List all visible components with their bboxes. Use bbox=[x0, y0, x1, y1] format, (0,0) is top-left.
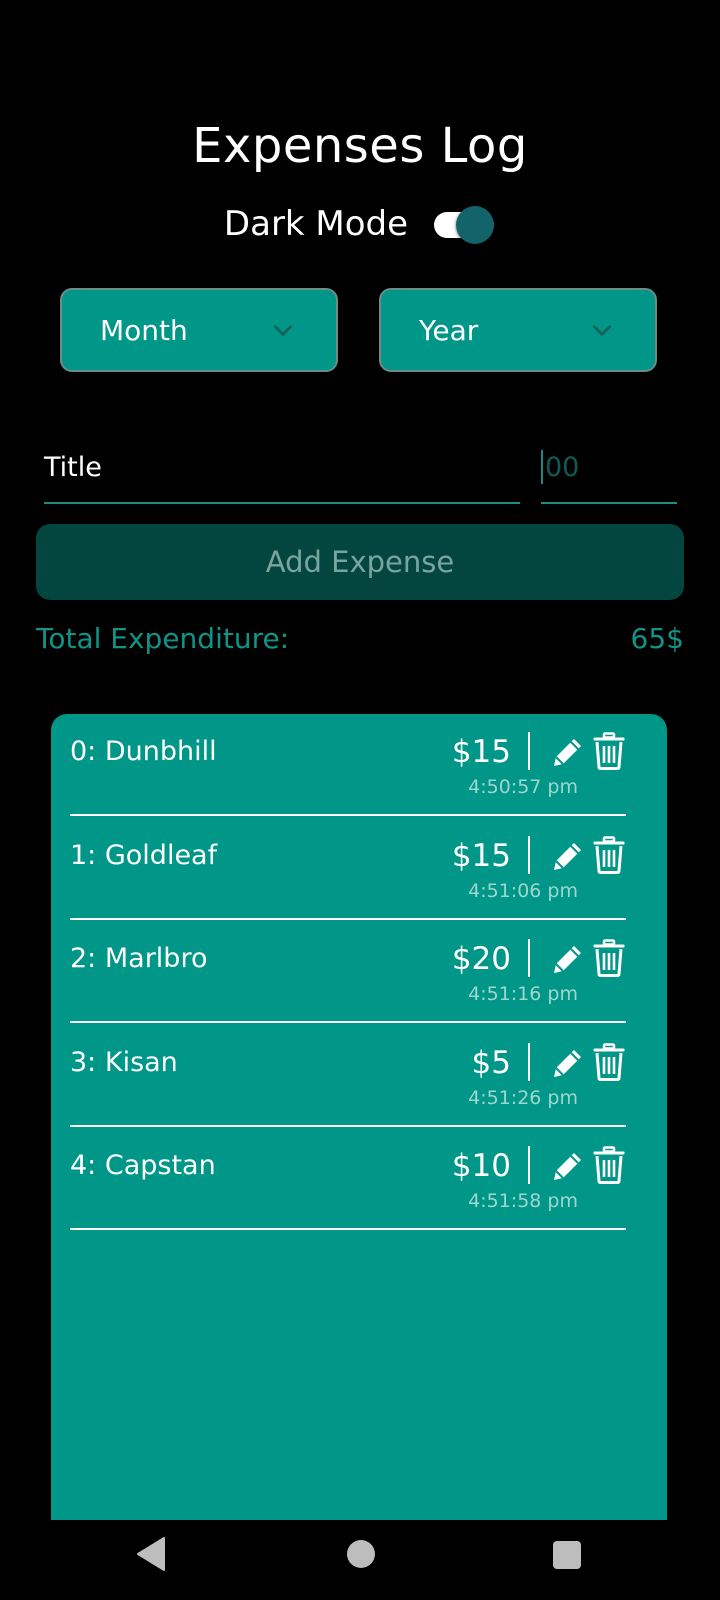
expense-row: 0: Dunbhill $15 4:50:57 pm bbox=[70, 714, 626, 816]
expense-amount: $15 bbox=[451, 837, 511, 874]
divider bbox=[528, 939, 530, 977]
year-dropdown[interactable]: Year bbox=[379, 288, 657, 372]
expense-time: 4:51:06 pm bbox=[468, 879, 578, 902]
chevron-down-icon bbox=[274, 325, 292, 336]
amount-placeholder: 00 bbox=[545, 452, 580, 483]
expense-amount: $5 bbox=[471, 1044, 511, 1081]
expense-amount: $15 bbox=[451, 734, 511, 770]
year-dropdown-label: Year bbox=[419, 313, 479, 347]
total-row: Total Expenditure: 65$ bbox=[36, 622, 684, 655]
expense-amount: $10 bbox=[451, 1148, 511, 1184]
divider bbox=[528, 1042, 530, 1081]
total-label: Total Expenditure: bbox=[36, 622, 290, 655]
divider bbox=[528, 1146, 530, 1184]
pencil-icon[interactable] bbox=[550, 1148, 586, 1184]
expense-row: 3: Kisan $5 4:51:26 pm bbox=[70, 1025, 626, 1127]
month-dropdown-label: Month bbox=[100, 313, 188, 347]
expense-name: 0: Dunbhill bbox=[70, 736, 217, 767]
dark-mode-label: Dark Mode bbox=[223, 204, 409, 244]
expense-time: 4:51:16 pm bbox=[468, 983, 578, 1005]
expense-name: 3: Kisan bbox=[70, 1046, 178, 1078]
back-triangle-icon[interactable] bbox=[136, 1536, 168, 1572]
trash-icon[interactable] bbox=[592, 1042, 626, 1081]
trash-icon[interactable] bbox=[592, 732, 626, 770]
pencil-icon[interactable] bbox=[550, 734, 586, 770]
pencil-icon[interactable] bbox=[550, 838, 586, 874]
total-value: 65$ bbox=[630, 622, 684, 655]
expense-time: 4:51:58 pm bbox=[468, 1190, 578, 1212]
row-underline bbox=[70, 1228, 626, 1230]
recent-square-icon[interactable] bbox=[553, 1541, 581, 1569]
title-input-value: Title bbox=[44, 452, 102, 483]
divider bbox=[528, 732, 530, 770]
dark-mode-row: Dark Mode bbox=[0, 200, 720, 248]
divider bbox=[528, 835, 530, 874]
system-nav-bar bbox=[0, 1520, 720, 1600]
text-cursor bbox=[541, 450, 543, 484]
chevron-down-icon bbox=[593, 325, 611, 336]
pencil-icon[interactable] bbox=[550, 941, 586, 977]
row-underline bbox=[70, 917, 626, 920]
expense-name: 1: Goldleaf bbox=[70, 839, 218, 871]
trash-icon[interactable] bbox=[592, 835, 626, 874]
expense-row: 2: Marlbro $20 4:51:16 pm bbox=[70, 921, 626, 1023]
trash-icon[interactable] bbox=[592, 1146, 626, 1184]
toggle-thumb bbox=[456, 206, 495, 244]
expense-amount: $20 bbox=[451, 941, 511, 977]
expense-list: 0: Dunbhill $15 4:50:57 pm 1: Goldleaf $15 4:… bbox=[51, 714, 667, 1520]
row-underline bbox=[70, 1124, 626, 1127]
dark-mode-toggle[interactable] bbox=[434, 204, 496, 244]
row-underline bbox=[70, 1021, 626, 1023]
page-title: Expenses Log bbox=[192, 118, 528, 174]
add-expense-button[interactable]: Add Expense bbox=[36, 524, 684, 600]
trash-icon[interactable] bbox=[592, 939, 626, 977]
row-underline bbox=[70, 814, 626, 816]
expense-time: 4:51:26 pm bbox=[468, 1086, 578, 1109]
expense-row: 4: Capstan $10 4:51:58 pm bbox=[70, 1128, 626, 1230]
month-dropdown[interactable]: Month bbox=[60, 288, 338, 372]
expense-name: 2: Marlbro bbox=[70, 943, 208, 974]
home-circle-icon[interactable] bbox=[347, 1540, 375, 1568]
title-input[interactable]: Title bbox=[44, 432, 520, 504]
amount-input[interactable]: 00 bbox=[541, 432, 677, 504]
pencil-icon[interactable] bbox=[550, 1045, 586, 1081]
expense-row: 1: Goldleaf $15 4:51:06 pm bbox=[70, 818, 626, 920]
expense-time: 4:50:57 pm bbox=[468, 776, 578, 798]
expense-name: 4: Capstan bbox=[70, 1150, 216, 1181]
